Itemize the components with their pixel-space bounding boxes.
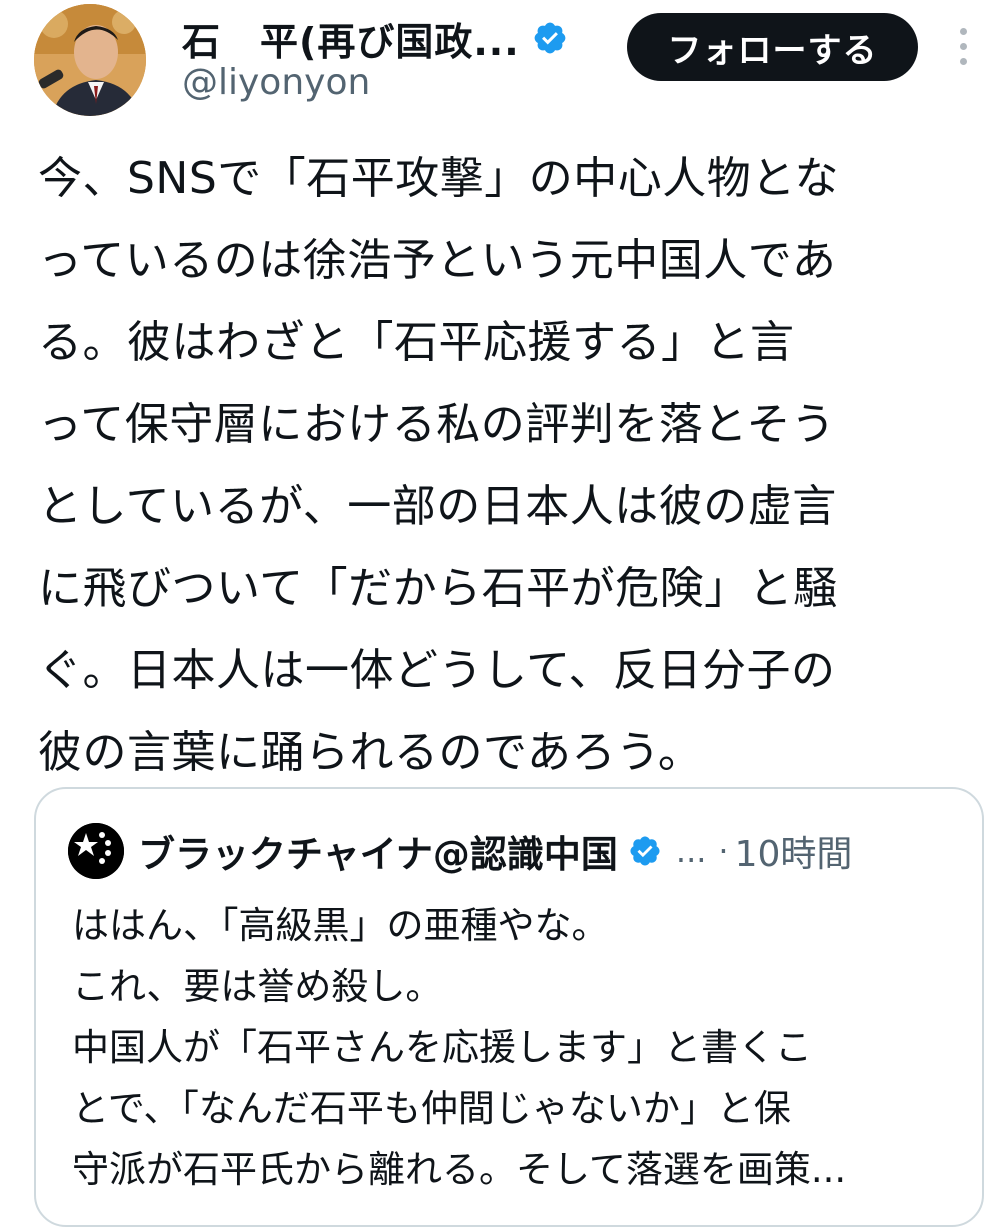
quoted-author-name[interactable]: ブラックチャイナ@認識中国 <box>138 824 618 878</box>
tweet-header: 石 平(再び国政... @liyonyon フォローする <box>0 0 1000 130</box>
tweet-body: 今、SNSで「石平攻撃」の中心人物とな っているのは徐浩予という元中国人であ る… <box>38 138 968 794</box>
quoted-body-line: 中国人が「石平さんを応援します」と書くこ <box>72 1026 812 1069</box>
quoted-separator: · <box>718 832 729 870</box>
author-avatar[interactable] <box>34 4 146 116</box>
quoted-tweet-header: ブラックチャイナ@認識中国 ... · 10時間 <box>68 823 853 879</box>
tweet-body-line: としているが、一部の日本人は彼の虚言 <box>38 481 837 532</box>
tweet-body-line: 今、SNSで「石平攻撃」の中心人物とな <box>38 153 839 204</box>
quoted-author-avatar[interactable] <box>68 823 124 879</box>
tweet-body-line: 彼の言葉に踊られるのであろう。 <box>38 727 703 778</box>
tweet-body-line: っているのは徐浩予という元中国人であ <box>38 235 837 286</box>
avatar-photo-icon <box>34 4 146 116</box>
quoted-body-line: これ、要は誉め殺し。 <box>72 965 443 1008</box>
quoted-body-line: とで、「なんだ石平も仲間じゃないか」と保 <box>72 1087 791 1130</box>
quoted-body-line: ははん、「高級黒」の亜種やな。 <box>72 904 609 947</box>
tweet-body-line: に飛びついて「だから石平が危険」と騒 <box>38 563 838 614</box>
author-handle[interactable]: @liyonyon <box>182 62 370 103</box>
quoted-body-line: 守派が石平氏から離れる。そして落選を画策... <box>72 1148 847 1191</box>
quoted-tweet-card[interactable]: ブラックチャイナ@認識中国 ... · 10時間 ははん、「高級黒」の亜種やな。… <box>34 787 984 1227</box>
tweet-body-line: って保守層における私の評判を落とそう <box>38 399 836 450</box>
verified-badge-icon <box>532 20 568 56</box>
verified-badge-icon <box>628 834 662 868</box>
tweet-body-line: る。彼はわざと「石平応援する」と言 <box>38 317 795 368</box>
author-display-name[interactable]: 石 平(再び国政... <box>182 11 520 66</box>
tweet-body-line: ぐ。日本人は一体どうして、反日分子の <box>38 645 836 696</box>
quoted-timestamp[interactable]: 10時間 <box>735 825 853 877</box>
quoted-tweet-body: ははん、「高級黒」の亜種やな。 これ、要は誉め殺し。 中国人が「石平さんを応援し… <box>72 895 962 1200</box>
author-name-row[interactable]: 石 平(再び国政... <box>182 10 568 66</box>
more-vertical-icon[interactable] <box>950 28 976 72</box>
quoted-name-truncation: ... <box>675 832 707 870</box>
stars-flag-icon <box>68 823 124 879</box>
follow-button[interactable]: フォローする <box>627 13 918 81</box>
